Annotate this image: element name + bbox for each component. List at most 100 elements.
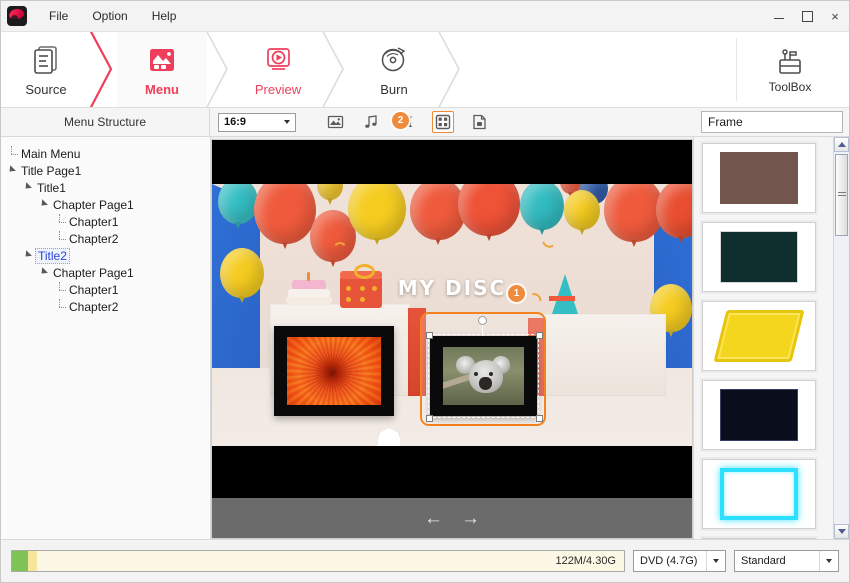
resize-handle-tr[interactable] xyxy=(536,332,543,339)
expander-collapse-icon[interactable] xyxy=(39,200,49,210)
frame-style-navy[interactable] xyxy=(702,380,816,450)
nav-prev-arrow[interactable]: ← xyxy=(424,509,443,528)
step-burn-label: Burn xyxy=(380,82,408,97)
step-menu-label: Menu xyxy=(145,82,179,97)
status-bar: 122M/4.30G DVD (4.7G) Standard xyxy=(1,540,849,582)
birthday-cake xyxy=(286,272,332,306)
app-logo-icon xyxy=(7,6,27,26)
frame-swatch xyxy=(720,231,798,283)
party-hat-stripe xyxy=(549,296,575,301)
toolbox-icon xyxy=(773,45,807,80)
menu-structure-title: Menu Structure xyxy=(1,108,210,136)
chapter-thumbnail-flower[interactable] xyxy=(274,326,394,416)
aspect-ratio-value: 16:9 xyxy=(224,116,247,128)
quality-select[interactable]: Standard xyxy=(734,550,839,572)
party-hat xyxy=(552,274,578,314)
tree-item-main-menu[interactable]: Main Menu xyxy=(1,145,210,162)
tree-item-title2[interactable]: Title2 xyxy=(1,247,210,264)
preview-play-icon xyxy=(262,42,294,76)
expander-collapse-icon[interactable] xyxy=(23,251,33,261)
disc-type-select[interactable]: DVD (4.7G) xyxy=(633,550,726,572)
scroll-up-button[interactable] xyxy=(834,137,849,152)
frame-style-yellow[interactable] xyxy=(702,301,816,371)
frame-swatch xyxy=(720,152,798,204)
dvd-authoring-window: File Option Help × Source Menu Preview B… xyxy=(0,0,850,583)
frame-style-cyan[interactable] xyxy=(702,459,816,529)
tree-item-label: Main Menu xyxy=(21,146,81,161)
background-image-icon[interactable] xyxy=(324,111,346,133)
step-list: Source Menu Preview Burn xyxy=(1,32,465,107)
step-separator-2 xyxy=(206,32,233,107)
step-separator-3 xyxy=(322,32,349,107)
expander-collapse-icon[interactable] xyxy=(7,166,17,176)
step-source[interactable]: Source xyxy=(1,32,91,107)
step-preview[interactable]: Preview xyxy=(233,32,323,107)
disc-title-text[interactable]: MY DISC xyxy=(398,276,506,300)
minimize-button[interactable] xyxy=(765,1,793,31)
resize-handle-br[interactable] xyxy=(536,415,543,422)
frame-swatch xyxy=(713,310,805,362)
frame-list-scrollbar[interactable] xyxy=(833,137,849,539)
burn-disc-icon xyxy=(378,42,410,76)
tree-item-chapter-page1-b[interactable]: Chapter Page1 xyxy=(1,264,210,281)
capacity-label: 122M/4.30G xyxy=(555,555,616,567)
menu-item-option[interactable]: Option xyxy=(80,5,139,27)
maximize-button[interactable] xyxy=(793,1,821,31)
step-burn[interactable]: Burn xyxy=(349,32,439,107)
tree-item-chapter2[interactable]: Chapter2 xyxy=(1,230,210,247)
chevron-down-icon xyxy=(284,120,290,124)
quality-value: Standard xyxy=(741,555,786,567)
tree-item-chapter1[interactable]: Chapter1 xyxy=(1,213,210,230)
resize-handle-tl[interactable] xyxy=(426,332,433,339)
expander-collapse-icon[interactable] xyxy=(39,268,49,278)
select-divider xyxy=(706,551,707,571)
caret-down-icon xyxy=(837,529,846,534)
toolbox-button[interactable]: ToolBox xyxy=(745,32,835,107)
title-bar: File Option Help × xyxy=(1,1,849,32)
frame-style-brown[interactable] xyxy=(702,143,816,213)
menu-item-file[interactable]: File xyxy=(37,5,80,27)
tree-item-title-page1[interactable]: Title Page1 xyxy=(1,162,210,179)
confetti-curl-1 xyxy=(332,242,348,262)
frame-style-panel xyxy=(693,137,849,539)
toolbox-label: ToolBox xyxy=(768,80,812,94)
source-pages-icon xyxy=(31,42,61,76)
capacity-overhead-segment xyxy=(28,551,37,571)
chevron-down-icon xyxy=(826,559,832,563)
disc-capacity-bar: 122M/4.30G xyxy=(11,550,625,572)
tree-item-title1[interactable]: Title1 xyxy=(1,179,210,196)
tree-item-chapter1-b[interactable]: Chapter1 xyxy=(1,281,210,298)
menu-picture-icon xyxy=(146,42,178,76)
close-button[interactable]: × xyxy=(821,1,849,31)
balloon-red-3 xyxy=(410,184,466,240)
frame-style-teal[interactable] xyxy=(702,222,816,292)
tree-item-label: Chapter1 xyxy=(69,282,119,297)
ledge-right xyxy=(542,314,666,396)
grip-icon xyxy=(837,192,846,198)
nav-next-arrow[interactable]: → xyxy=(461,509,480,528)
menu-bar: File Option Help xyxy=(37,5,188,27)
scrollbar-thumb[interactable] xyxy=(835,154,848,236)
menu-item-help[interactable]: Help xyxy=(140,5,189,27)
rotate-handle-knob[interactable] xyxy=(478,316,487,325)
tree-elbow-icon xyxy=(55,281,67,298)
step-menu[interactable]: Menu xyxy=(117,32,207,107)
gift-box xyxy=(340,264,382,308)
ribbon-divider xyxy=(736,38,737,101)
tree-item-label: Chapter2 xyxy=(69,299,119,314)
tree-item-chapter-page1[interactable]: Chapter Page1 xyxy=(1,196,210,213)
tree-item-label: Chapter Page1 xyxy=(53,265,134,280)
menu-preview-canvas[interactable]: MY DISC ← → xyxy=(211,139,693,539)
frame-style-icon[interactable] xyxy=(432,111,454,133)
background-music-icon[interactable] xyxy=(360,111,382,133)
menu-structure-tree: Main Menu Title Page1 Title1 Chapter Pag… xyxy=(1,137,211,539)
aspect-ratio-select[interactable]: 16:9 xyxy=(218,112,296,132)
scroll-down-button[interactable] xyxy=(834,524,849,539)
frame-panel-title: Frame xyxy=(701,111,843,133)
expander-collapse-icon[interactable] xyxy=(23,183,33,193)
frame-style-dark[interactable] xyxy=(702,538,816,539)
resize-handle-bl[interactable] xyxy=(426,415,433,422)
template-icon[interactable] xyxy=(468,111,490,133)
step-preview-label: Preview xyxy=(254,82,302,97)
tree-item-chapter2-b[interactable]: Chapter2 xyxy=(1,298,210,315)
